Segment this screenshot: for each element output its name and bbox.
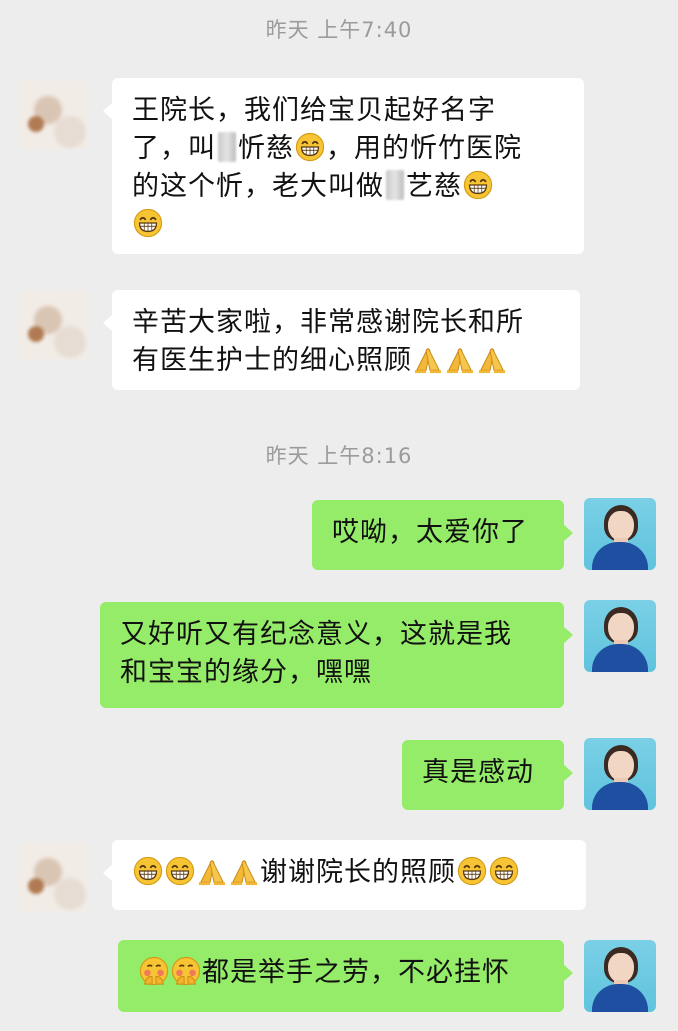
contact-avatar[interactable] — [18, 290, 88, 360]
redacted-text — [386, 170, 404, 200]
message-line: 了，叫 忻慈 ，用的忻竹医院 — [132, 130, 564, 168]
nurse-portrait-image — [584, 940, 656, 1012]
redacted-text — [218, 132, 236, 162]
message-text: 谢谢院长的照顾 — [260, 857, 456, 888]
grinning-face-emoji-icon — [133, 208, 163, 238]
contact-avatar[interactable] — [18, 842, 88, 912]
message-text: 真是感动 — [422, 757, 534, 788]
message-text: 了，叫 — [132, 133, 216, 164]
sent-message-bubble[interactable]: 都是举手之劳，不必挂怀 — [118, 940, 573, 1012]
grinning-face-emoji-icon — [489, 856, 519, 886]
own-avatar[interactable] — [584, 498, 656, 570]
grinning-face-emoji-icon — [457, 856, 487, 886]
grinning-face-emoji-icon — [295, 132, 325, 162]
own-avatar[interactable] — [584, 738, 656, 810]
nurse-portrait-image — [584, 738, 656, 810]
folded-hands-emoji-icon — [445, 344, 475, 374]
folded-hands-emoji-icon — [413, 344, 443, 374]
blurred-avatar-image — [18, 290, 88, 360]
chat-area[interactable]: 昨天 上午7:40 王院长，我们给宝贝起好名字 了，叫 忻慈 ，用的忻竹医院 的这个… — [0, 0, 678, 1031]
message-text: 艺慈 — [406, 171, 462, 202]
message-line: 有医生护士的细心照顾 — [132, 342, 560, 380]
message-line: 和宝宝的缘分，嘿嘿 — [120, 654, 544, 692]
received-message-bubble[interactable]: 王院长，我们给宝贝起好名字 了，叫 忻慈 ，用的忻竹医院 的这个忻，老大叫做 艺慈 — [103, 78, 584, 254]
blushing-covered-face-emoji-icon — [171, 956, 201, 986]
message-text: 又好听又有纪念意义，这就是我 — [120, 619, 512, 650]
message-text: 辛苦大家啦，非常感谢院长和所 — [132, 307, 524, 338]
message-text: 忻慈 — [238, 133, 294, 164]
grinning-face-emoji-icon — [165, 856, 195, 886]
avatar-uniform — [592, 644, 648, 672]
avatar-uniform — [592, 984, 648, 1012]
message-line: 辛苦大家啦，非常感谢院长和所 — [132, 304, 560, 342]
message-text: ，用的忻竹医院 — [326, 133, 522, 164]
grinning-face-emoji-icon — [133, 856, 163, 886]
nurse-portrait-image — [584, 600, 656, 672]
grinning-face-emoji-icon — [463, 170, 493, 200]
sent-message-bubble[interactable]: 真是感动 — [402, 740, 573, 810]
received-message-bubble[interactable]: 谢谢院长的照顾 — [103, 840, 586, 910]
avatar-face — [608, 751, 634, 781]
contact-avatar[interactable] — [18, 80, 88, 150]
received-message-bubble[interactable]: 辛苦大家啦，非常感谢院长和所 有医生护士的细心照顾 — [103, 290, 580, 390]
folded-hands-emoji-icon — [477, 344, 507, 374]
blushing-covered-face-emoji-icon — [139, 956, 169, 986]
sent-message-bubble[interactable]: 哎呦，太爱你了 — [312, 500, 573, 570]
blurred-avatar-image — [18, 80, 88, 150]
message-line — [132, 206, 564, 244]
message-text: 有医生护士的细心照顾 — [132, 345, 412, 376]
own-avatar[interactable] — [584, 600, 656, 672]
blurred-avatar-image — [18, 842, 88, 912]
message-text: 和宝宝的缘分，嘿嘿 — [120, 657, 372, 688]
folded-hands-emoji-icon — [229, 856, 259, 886]
message-text: 王院长，我们给宝贝起好名字 — [132, 95, 496, 126]
own-avatar[interactable] — [584, 940, 656, 1012]
message-text: 都是举手之劳，不必挂怀 — [202, 957, 510, 988]
folded-hands-emoji-icon — [197, 856, 227, 886]
message-text: 的这个忻，老大叫做 — [132, 171, 384, 202]
nurse-portrait-image — [584, 498, 656, 570]
avatar-uniform — [592, 782, 648, 810]
message-text: 哎呦，太爱你了 — [332, 517, 528, 548]
message-line: 王院长，我们给宝贝起好名字 — [132, 92, 564, 130]
sent-message-bubble[interactable]: 又好听又有纪念意义，这就是我 和宝宝的缘分，嘿嘿 — [100, 602, 573, 708]
message-line: 的这个忻，老大叫做 艺慈 — [132, 168, 564, 206]
avatar-face — [608, 613, 634, 643]
timestamp: 昨天 上午8:16 — [265, 444, 413, 468]
message-line: 又好听又有纪念意义，这就是我 — [120, 616, 544, 654]
avatar-uniform — [592, 542, 648, 570]
avatar-face — [608, 511, 634, 541]
timestamp: 昨天 上午7:40 — [265, 18, 413, 42]
avatar-face — [608, 953, 634, 983]
